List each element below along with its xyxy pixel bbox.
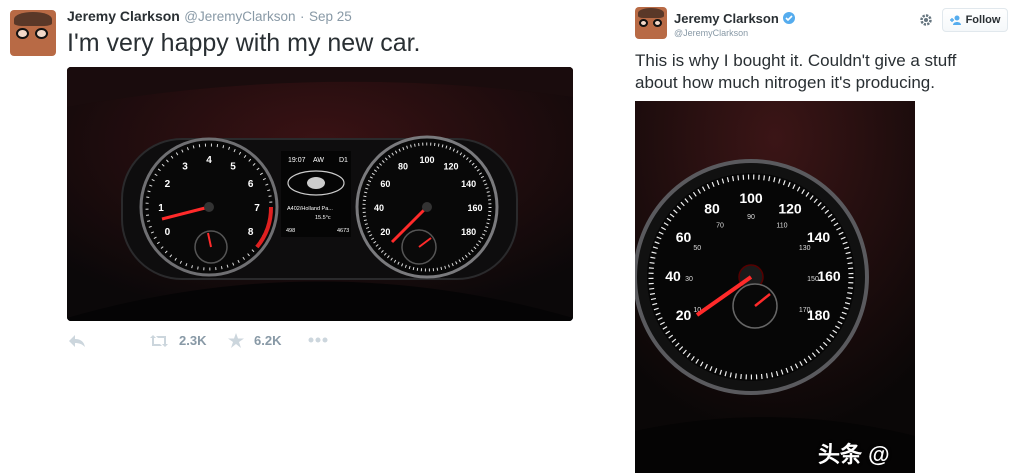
author-name[interactable]: Jeremy Clarkson: [67, 8, 180, 24]
watermark: 头条 @: [818, 442, 890, 467]
speed-label: 140: [807, 229, 831, 245]
rpm-label: 6: [248, 179, 254, 190]
follow-person-icon: [949, 15, 961, 25]
tweet-photo-right[interactable]: 20 40 60 80 100 120 140 160 180 10 30 50 70 90 110 130…: [635, 101, 915, 473]
drive-mode: AW: [313, 157, 324, 164]
speed-sub-label: 110: [776, 222, 787, 229]
favorite-count[interactable]: 6.2K: [254, 333, 281, 348]
trip-display: 19:07 AW D1 A402/Holland Pa... 15.5°c 49…: [281, 151, 351, 237]
speed-label: 160: [467, 203, 482, 213]
speed-label: 140: [461, 179, 476, 189]
speed-label: 180: [461, 227, 476, 237]
tweet-header: Jeremy Clarkson @JeremyClarkson · Sep 25: [67, 8, 352, 26]
speed-sub-label: 130: [799, 245, 811, 252]
verified-icon: [783, 12, 796, 24]
speedometer-image: 20406080100120140160180 1030507090110130…: [635, 101, 915, 473]
author-handle-right[interactable]: @JeremyClarkson: [674, 28, 748, 38]
tweet-photo[interactable]: 012345678 19:07 AW D1 A402/Holland Pa...…: [67, 67, 573, 321]
dashboard-image: 012345678 19:07 AW D1 A402/Holland Pa...…: [67, 67, 573, 321]
right-author: Jeremy Clarkson: [674, 10, 796, 28]
tweet-text: I'm very happy with my new car.: [67, 29, 421, 57]
rpm-label: 8: [248, 227, 254, 238]
rpm-label: 1: [158, 203, 164, 214]
range-km: 498: [286, 228, 295, 234]
more-icon[interactable]: [308, 337, 328, 343]
speed-sub-label: 50: [693, 245, 701, 252]
rpm-label: 3: [182, 161, 188, 172]
speed-label: 160: [817, 268, 841, 284]
speed-label: 60: [380, 179, 390, 189]
speed-sub-label: 150: [807, 276, 819, 283]
speed-label: 120: [778, 201, 802, 217]
speed-sub-label: 30: [685, 276, 693, 283]
avatar-right[interactable]: [635, 7, 667, 39]
tachometer: 012345678: [139, 137, 279, 277]
speed-sub-label: 70: [716, 222, 724, 229]
rpm-label: 5: [230, 161, 236, 172]
follow-label: Follow: [965, 14, 1001, 26]
speed-label: 120: [443, 161, 458, 171]
rpm-label: 7: [254, 203, 260, 214]
author-name-right[interactable]: Jeremy Clarkson: [674, 11, 779, 26]
tweet-text-right-line2: about how much nitrogen it's producing.: [635, 73, 935, 92]
speed-sub-label: 170: [799, 307, 811, 314]
speed-label: 40: [374, 203, 384, 213]
speed-label: 100: [419, 155, 434, 165]
odometer: 4673: [337, 228, 349, 234]
speed-label: 20: [380, 227, 390, 237]
gear-indicator: D1: [339, 157, 348, 164]
author-handle[interactable]: @JeremyClarkson: [184, 9, 295, 24]
speed-sub-label: 90: [747, 214, 755, 221]
speed-label: 80: [398, 161, 408, 171]
follow-button[interactable]: Follow: [942, 8, 1008, 32]
tweet-date[interactable]: Sep 25: [309, 9, 352, 24]
speedometer: 20 40 60 80 100 120140 160 180: [355, 135, 499, 279]
speed-label: 100: [739, 190, 763, 206]
tweet-actions: 2.3K 6.2K: [68, 332, 368, 352]
separator: ·: [299, 9, 305, 24]
gear-icon[interactable]: [919, 13, 933, 27]
road-name: A402/Holland Pa...: [287, 206, 333, 212]
reply-icon[interactable]: [68, 334, 86, 348]
speed-label: 20: [676, 307, 692, 323]
speed-label: 40: [665, 268, 681, 284]
speed-label: 60: [676, 229, 692, 245]
clock: 19:07: [288, 157, 306, 164]
retweet-icon[interactable]: [148, 334, 170, 348]
rpm-label: 4: [206, 155, 212, 166]
rpm-label: 2: [165, 179, 171, 190]
tweet-text-right-line1: This is why I bought it. Couldn't give a…: [635, 51, 957, 70]
temperature: 15.5°c: [315, 215, 331, 221]
rpm-label: 0: [165, 227, 171, 238]
retweet-count[interactable]: 2.3K: [179, 333, 206, 348]
speed-label: 80: [704, 201, 720, 217]
avatar[interactable]: [10, 10, 56, 56]
favorite-icon[interactable]: [228, 333, 244, 348]
